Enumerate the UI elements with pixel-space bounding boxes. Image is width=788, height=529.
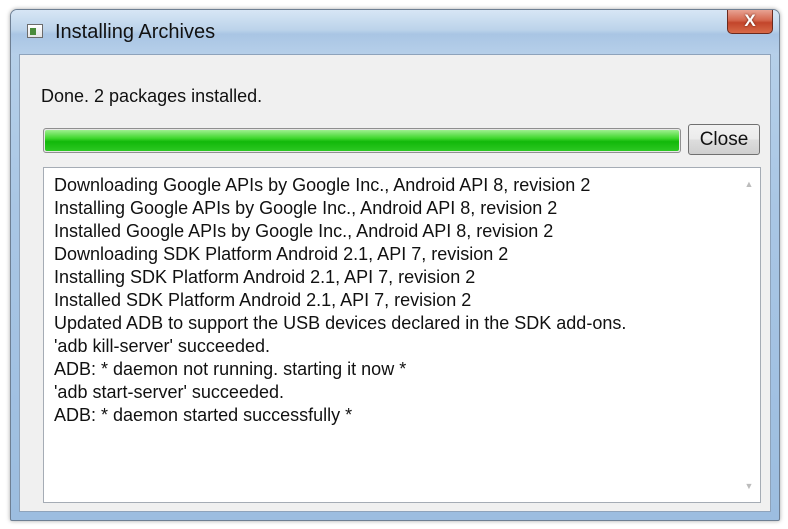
scroll-down-arrow-icon[interactable]: ▼ xyxy=(739,477,759,495)
log-output-box[interactable]: Downloading Google APIs by Google Inc., … xyxy=(43,167,761,503)
log-line: Installed Google APIs by Google Inc., An… xyxy=(54,221,554,241)
window-app-icon xyxy=(27,24,43,38)
log-line: Updated ADB to support the USB devices d… xyxy=(54,313,627,333)
status-text: Done. 2 packages installed. xyxy=(41,86,263,106)
log-line: Downloading SDK Platform Android 2.1, AP… xyxy=(54,244,509,264)
vertical-scrollbar[interactable]: ▲ ▼ xyxy=(739,169,759,501)
title-bar[interactable]: Installing Archives X xyxy=(11,10,779,54)
window-close-button[interactable]: X xyxy=(727,10,773,34)
log-line: Installed SDK Platform Android 2.1, API … xyxy=(54,290,472,310)
log-line: 'adb start-server' succeeded. xyxy=(54,382,284,402)
scroll-up-arrow-icon[interactable]: ▲ xyxy=(739,175,759,193)
log-lines: Downloading Google APIs by Google Inc., … xyxy=(54,174,734,427)
progress-bar-fill xyxy=(45,130,679,151)
close-icon: X xyxy=(744,11,756,30)
log-line: ADB: * daemon not running. starting it n… xyxy=(54,359,407,379)
log-line: Downloading Google APIs by Google Inc., … xyxy=(54,175,591,195)
dialog-body: Done. 2 packages installed. Close Downlo… xyxy=(19,54,771,512)
close-button[interactable]: Close xyxy=(688,124,760,155)
log-line: 'adb kill-server' succeeded. xyxy=(54,336,270,356)
window-title: Installing Archives xyxy=(55,21,216,43)
log-line: ADB: * daemon started successfully * xyxy=(54,405,353,425)
log-line: Installing SDK Platform Android 2.1, API… xyxy=(54,267,476,287)
installing-archives-window: Installing Archives X Done. 2 packages i… xyxy=(10,9,780,521)
progress-bar xyxy=(43,128,681,153)
log-line: Installing Google APIs by Google Inc., A… xyxy=(54,198,558,218)
